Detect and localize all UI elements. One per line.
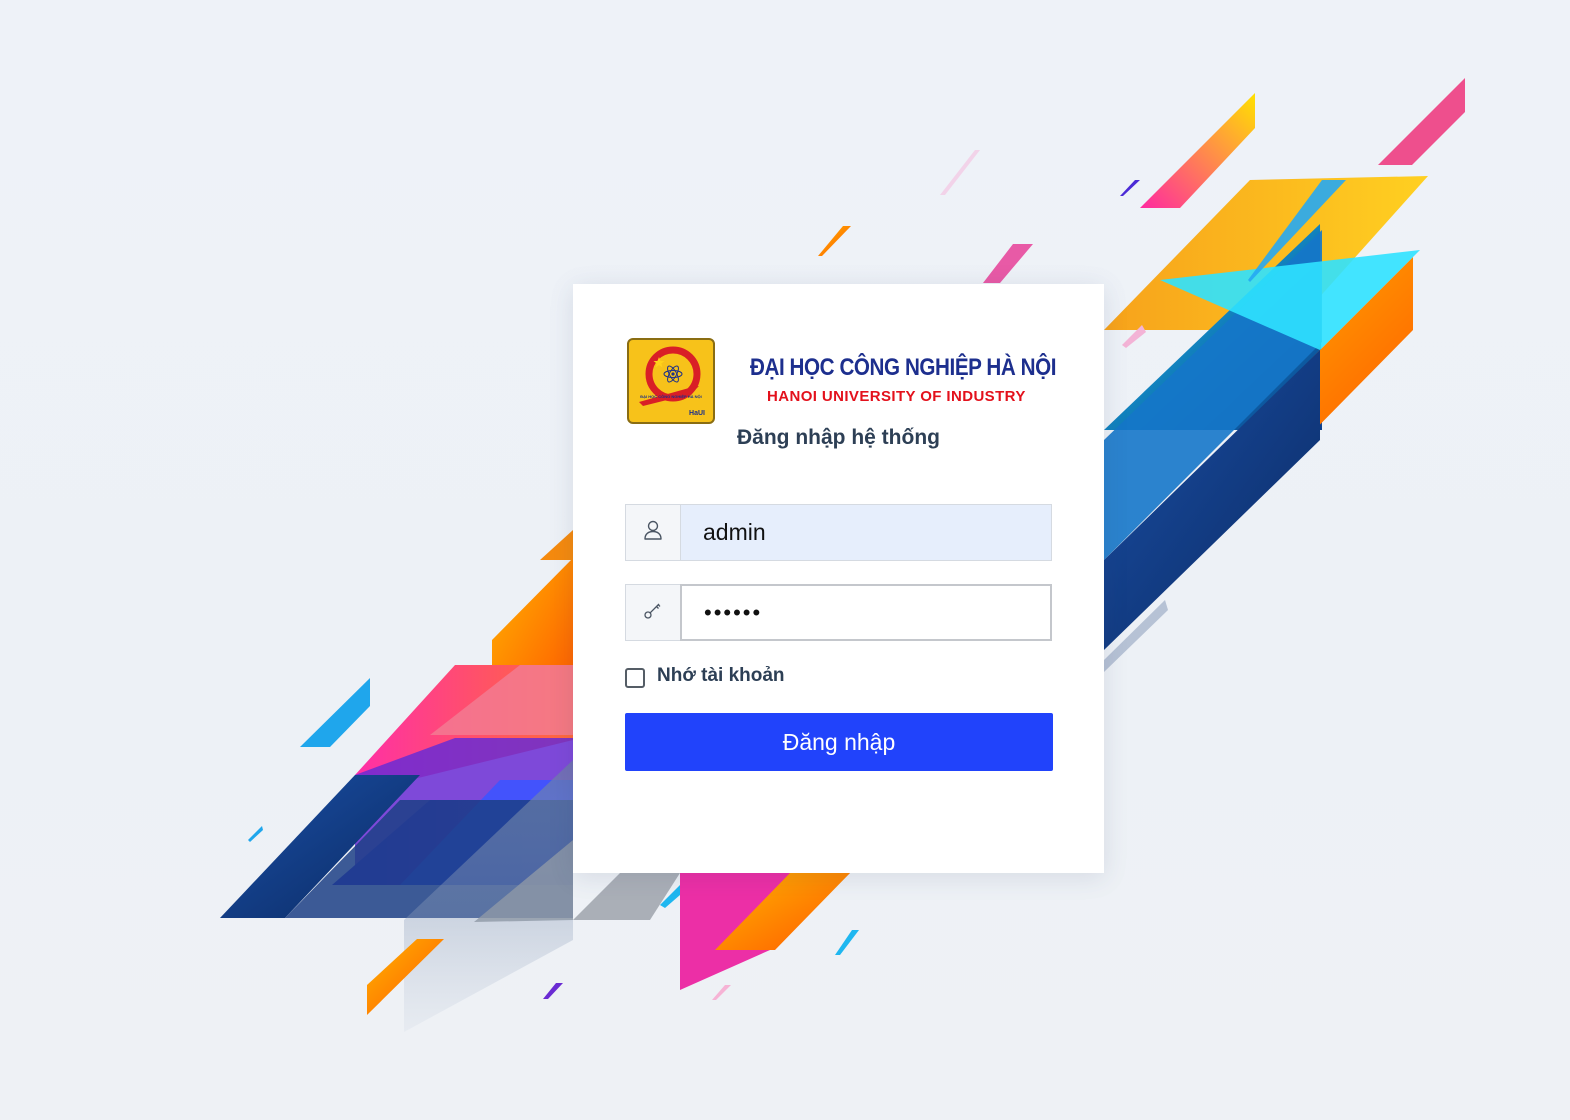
key-icon xyxy=(643,600,663,625)
remember-account-label[interactable]: Nhớ tài khoản xyxy=(657,665,785,687)
remember-account-row: Nhớ tài khoản xyxy=(625,664,785,688)
university-logo: ĐẠI HỌC CÔNG NGHIỆP HÀ NỘI HaUI xyxy=(627,338,715,424)
username-addon xyxy=(625,504,680,561)
university-name-english: HANOI UNIVERSITY OF INDUSTRY xyxy=(767,388,1026,405)
login-page: ĐẠI HỌC CÔNG NGHIỆP HÀ NỘI HaUI ĐẠI HỌC … xyxy=(0,0,1570,1120)
username-input-group xyxy=(625,504,1052,561)
login-title: Đăng nhập hệ thống xyxy=(737,426,940,449)
logo-brand-text: HaUI xyxy=(689,410,705,417)
user-icon xyxy=(643,519,663,546)
login-card: ĐẠI HỌC CÔNG NGHIỆP HÀ NỘI HaUI ĐẠI HỌC … xyxy=(573,284,1104,873)
remember-account-checkbox[interactable] xyxy=(625,668,645,688)
password-input[interactable] xyxy=(680,584,1052,641)
username-input[interactable] xyxy=(680,504,1052,561)
password-addon xyxy=(625,584,680,641)
university-name-vietnamese: ĐẠI HỌC CÔNG NGHIỆP HÀ NỘI xyxy=(750,354,1057,381)
login-button[interactable]: Đăng nhập xyxy=(625,713,1053,771)
logo-caption: ĐẠI HỌC CÔNG NGHIỆP HÀ NỘI xyxy=(640,394,702,399)
password-input-group xyxy=(625,584,1052,641)
